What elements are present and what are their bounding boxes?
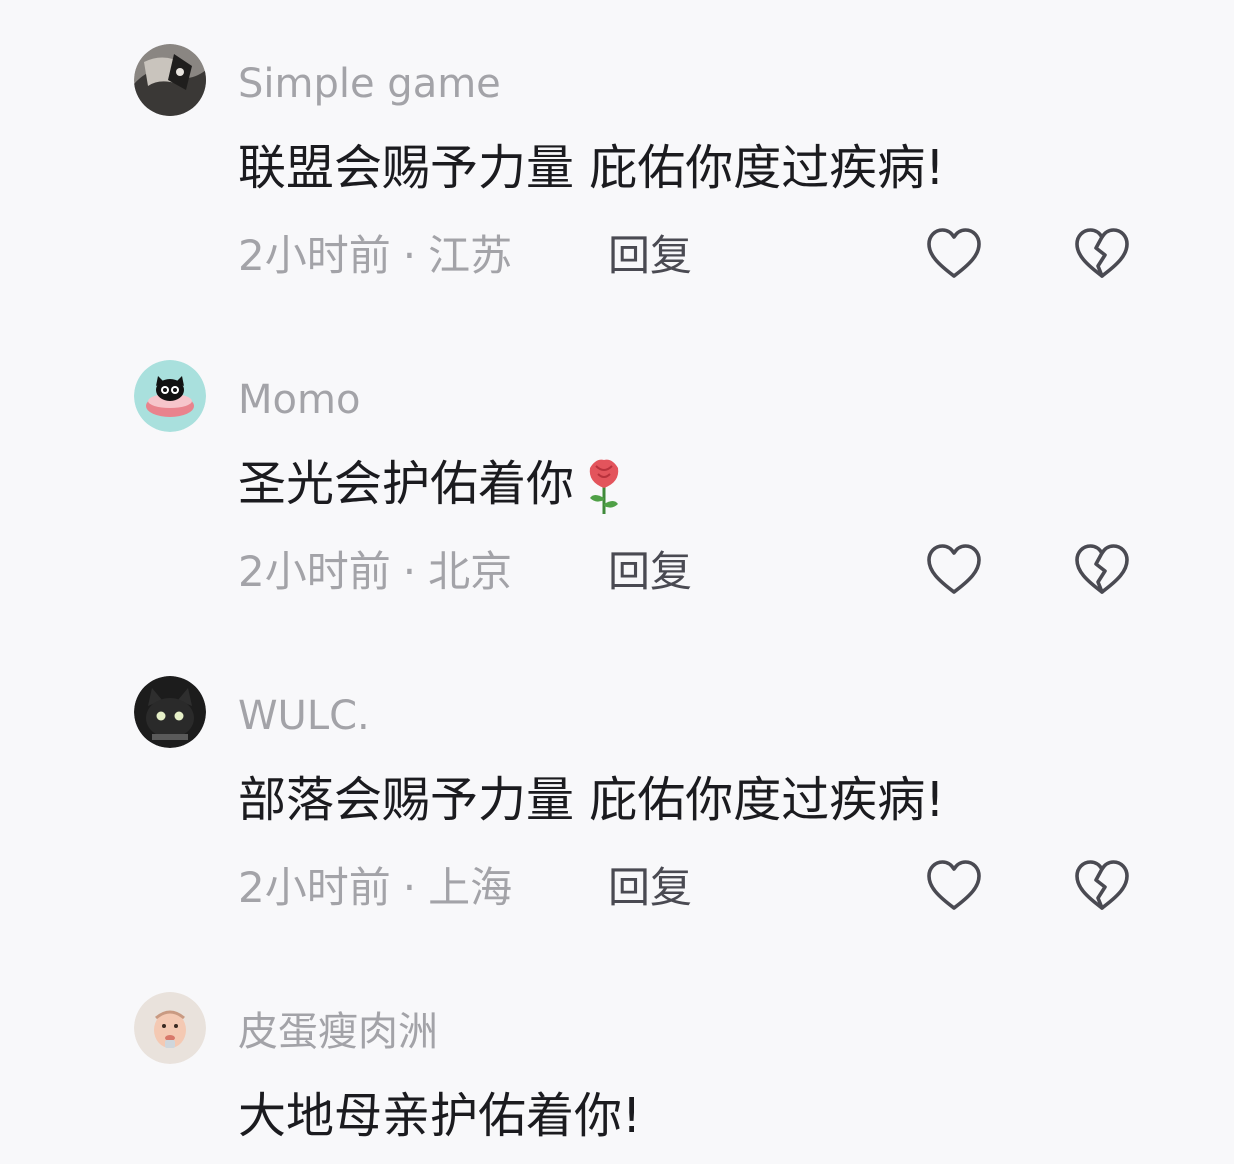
broken-heart-icon [1075,544,1129,594]
username[interactable]: Momo [238,374,360,426]
heart-outline-icon [927,544,981,594]
meta-separator: · [402,547,417,596]
black-cat-avatar-icon [134,676,206,748]
comment-location: 上海 [428,863,513,912]
broken-heart-icon [1075,228,1129,278]
comment-meta: 2小时前 · 北京 [238,544,512,600]
heart-outline-icon [927,228,981,278]
comment-meta: 2小时前 · 江苏 [238,228,512,284]
comment-text-row: 圣光会护佑着你 [238,452,628,516]
comment-location: 北京 [428,547,513,596]
reply-button[interactable]: 回复 [608,544,692,600]
comment-item: Momo 圣光会护佑着你 2小时前 · 北京 回复 [0,316,1234,632]
comment-location: 江苏 [428,231,513,280]
dislike-button[interactable] [1072,224,1132,284]
comment-time: 2小时前 [238,863,391,912]
dislike-button[interactable] [1072,540,1132,600]
dark-photo-avatar-icon [134,44,206,116]
baby-face-avatar-icon [134,992,206,1064]
comment-item: WULC. 部落会赐予力量 庇佑你度过疾病! 2小时前 · 上海 回复 [0,632,1234,948]
broken-heart-icon [1075,860,1129,910]
comment-list: Simple game 联盟会赐予力量 庇佑你度过疾病! 2小时前 · 江苏 回复 [0,0,1234,1164]
comment-text: 部落会赐予力量 庇佑你度过疾病! [238,772,945,828]
comment-time: 2小时前 [238,547,391,596]
user-avatar[interactable] [134,992,206,1064]
meta-separator: · [402,231,417,280]
dislike-button[interactable] [1072,856,1132,916]
like-button[interactable] [924,856,984,916]
username[interactable]: 皮蛋瘦肉洲 [238,1006,438,1058]
comment-text: 联盟会赐予力量 庇佑你度过疾病! [238,140,945,196]
reply-button[interactable]: 回复 [608,860,692,916]
comment-item: 皮蛋瘦肉洲 大地母亲护佑着你! [0,948,1234,1164]
user-avatar[interactable] [134,360,206,432]
like-button[interactable] [924,224,984,284]
user-avatar[interactable] [134,676,206,748]
comment-text: 大地母亲护佑着你! [238,1088,642,1144]
username[interactable]: WULC. [238,690,370,742]
comment-time: 2小时前 [238,231,391,280]
like-button[interactable] [924,540,984,600]
rose-icon [580,452,628,516]
user-avatar[interactable] [134,44,206,116]
reply-button[interactable]: 回复 [608,228,692,284]
username[interactable]: Simple game [238,58,501,110]
comment-meta: 2小时前 · 上海 [238,860,512,916]
meta-separator: · [402,863,417,912]
comment-item: Simple game 联盟会赐予力量 庇佑你度过疾病! 2小时前 · 江苏 回复 [0,0,1234,316]
cat-cake-avatar-icon [134,360,206,432]
heart-outline-icon [927,860,981,910]
comment-text: 圣光会护佑着你 [238,456,575,512]
